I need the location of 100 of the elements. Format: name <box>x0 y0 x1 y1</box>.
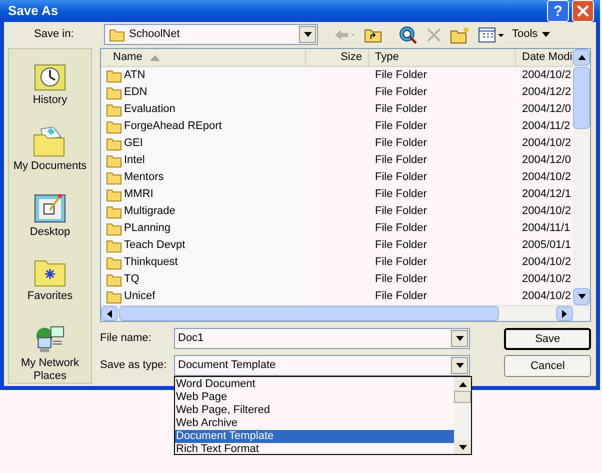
scroll-down-button[interactable] <box>573 288 590 305</box>
scroll-thumb[interactable] <box>119 306 499 321</box>
date-cell-text: 2004/11/2 <box>521 119 570 134</box>
places-item[interactable]: My Network Places <box>9 325 91 383</box>
save-in-dropdown[interactable]: SchoolNet <box>104 24 318 45</box>
down-arrow-icon <box>458 444 466 450</box>
down-arrow-icon <box>456 336 464 341</box>
date-cell-text: 2004/12/2 <box>521 85 571 100</box>
date-cell-text: 2004/10/2 <box>521 136 571 152</box>
places-item[interactable]: Desktop <box>9 193 91 251</box>
date-cell-text: 2004/11/1 <box>521 221 570 236</box>
close-icon <box>577 5 589 17</box>
file-name-cell-text: GEI <box>124 136 143 152</box>
file-name-cell-text: Mentors <box>124 170 164 186</box>
up-arrow-icon <box>578 55 586 60</box>
file-type-cell-text: File Folder <box>374 204 428 220</box>
dropdown-option[interactable]: Rich Text Format <box>175 443 454 456</box>
views-icon[interactable] <box>478 26 504 42</box>
places-item[interactable]: History <box>9 61 91 119</box>
file-row[interactable]: Multigrade File Folder 2004/10/2 <box>101 203 574 220</box>
date-cell-text: 2004/10/2 <box>521 289 571 304</box>
file-row[interactable]: PLanning File Folder 2004/11/1 <box>101 220 574 237</box>
dropdown-option[interactable]: Word Document <box>175 378 454 391</box>
file-row[interactable]: Teach Devpt File Folder 2005/01/1 <box>101 237 574 254</box>
sort-arrow-icon <box>150 54 160 60</box>
date-cell-text: 2004/10/2 <box>521 272 571 288</box>
date-cell-text: 2004/12/0 <box>521 102 571 118</box>
file-name-cell-text: ForgeAhead REport <box>124 119 222 134</box>
file-type-cell-text: File Folder <box>374 170 428 186</box>
scroll-up-button[interactable] <box>573 49 590 66</box>
date-cell-text: 2004/10/2 <box>521 68 571 84</box>
file-name-cell-text: TQ <box>124 272 140 288</box>
file-type-cell-text: File Folder <box>374 289 428 304</box>
file-name-cell-text: Multigrade <box>124 204 176 220</box>
up-folder-icon[interactable] <box>364 26 382 42</box>
scroll-left-button[interactable] <box>101 306 118 321</box>
dropdown-option[interactable]: Web Page, Filtered <box>175 404 454 417</box>
save-in-label: Save in: <box>34 27 75 42</box>
file-row[interactable]: MMRI File Folder 2004/12/1 <box>101 186 574 203</box>
tools-menu[interactable]: Tools <box>512 26 550 43</box>
file-name-cell-text: Evaluation <box>124 102 176 118</box>
file-type-cell-text: File Folder <box>374 85 428 100</box>
cancel-button[interactable]: Cancel <box>504 355 592 377</box>
places-item[interactable]: My Documents <box>9 127 91 185</box>
file-type-cell-text: File Folder <box>374 187 428 202</box>
dropdown-option[interactable]: Web Archive <box>175 417 454 430</box>
file-row[interactable]: Thinkquest File Folder 2004/10/2 <box>101 254 574 271</box>
file-name-cell-text: Unicef <box>124 289 156 304</box>
column-header[interactable]: Name <box>101 49 306 66</box>
file-row[interactable]: GEI File Folder 2004/10/2 <box>101 135 574 152</box>
help-button[interactable]: ? <box>547 0 569 22</box>
places-item[interactable]: Favorites <box>9 259 91 317</box>
horizontal-scrollbar[interactable] <box>101 305 590 321</box>
file-type-cell-text: File Folder <box>374 68 428 84</box>
file-row[interactable]: Mentors File Folder 2004/10/2 <box>101 169 574 186</box>
file-name-cell-text: MMRI <box>124 187 154 202</box>
new-folder-icon[interactable] <box>450 26 470 44</box>
down-arrow-icon <box>578 294 586 299</box>
folder-icon <box>33 127 67 157</box>
vertical-scrollbar[interactable] <box>573 49 590 305</box>
right-arrow-icon <box>562 310 568 318</box>
file-row[interactable]: Unicef File Folder 2004/10/2 <box>101 288 574 305</box>
dropdown-option[interactable]: Document Template <box>175 430 454 443</box>
desktop-icon <box>34 193 66 223</box>
file-row[interactable]: ForgeAhead REport File Folder 2004/11/2 <box>101 118 574 135</box>
save-in-value: SchoolNet <box>129 27 181 42</box>
file-type-cell-text: File Folder <box>374 221 428 236</box>
file-name-label: File name: <box>100 331 152 346</box>
dropdown-scrollbar[interactable] <box>454 377 471 454</box>
dropdown-option[interactable]: Web Page <box>175 391 454 404</box>
file-row[interactable]: EDN File Folder 2004/12/2 <box>101 84 574 101</box>
column-header[interactable]: Size <box>306 49 369 66</box>
file-type-cell-text: File Folder <box>374 255 428 270</box>
file-row[interactable]: Evaluation File Folder 2004/12/0 <box>101 101 574 118</box>
date-cell-text: 2004/10/2 <box>521 204 571 220</box>
file-type-cell-text: File Folder <box>374 102 428 118</box>
file-type-cell-text: File Folder <box>374 136 428 152</box>
save-button[interactable]: Save <box>504 328 592 350</box>
save-as-type-label: Save as type: <box>100 358 168 374</box>
close-button[interactable] <box>572 0 594 22</box>
file-row[interactable]: TQ File Folder 2004/10/2 <box>101 271 574 288</box>
file-row[interactable]: Intel File Folder 2004/12/0 <box>101 152 574 169</box>
scroll-thumb[interactable] <box>454 391 471 403</box>
file-type-cell-text: File Folder <box>374 119 428 134</box>
up-arrow-icon <box>458 382 466 386</box>
file-name-cell-text: Teach Devpt <box>124 238 186 254</box>
date-cell-text: 2004/10/2 <box>521 170 571 186</box>
file-name-cell-text: EDN <box>124 85 148 100</box>
file-name-field[interactable]: Doc1 <box>174 328 470 349</box>
scroll-thumb[interactable] <box>573 67 590 129</box>
file-type-cell-text: File Folder <box>374 153 428 168</box>
scroll-right-button[interactable] <box>556 306 574 321</box>
file-name-cell-text: PLanning <box>124 221 170 236</box>
save-as-type-dropdown[interactable]: Document Template <box>174 355 470 376</box>
file-type-cell-text: File Folder <box>374 238 428 254</box>
file-name-cell-text: Thinkquest <box>124 255 178 270</box>
date-cell-text: 2004/12/0 <box>521 153 571 168</box>
file-row[interactable]: ATN File Folder 2004/10/2 <box>101 67 574 84</box>
column-header[interactable]: Type <box>369 49 516 66</box>
globe-search-icon[interactable] <box>398 26 418 44</box>
